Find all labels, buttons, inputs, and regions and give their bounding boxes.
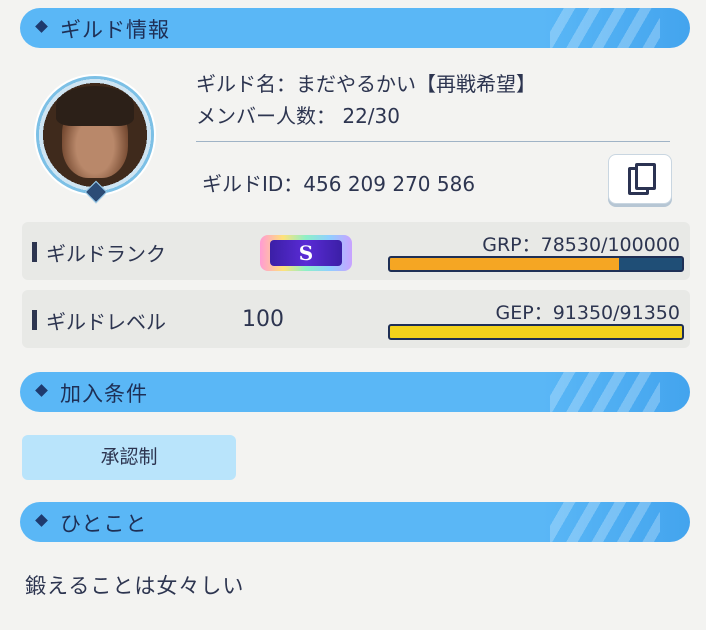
guild-level-value: 100 — [242, 307, 284, 332]
guild-name: ギルド名：まだやるかい【再戦希望】 — [196, 72, 536, 96]
rank-letter: S — [298, 241, 314, 265]
rank-badge-icon: S — [254, 232, 358, 274]
join-condition-value: 承認制 — [22, 435, 236, 480]
header-decoration — [550, 8, 660, 48]
copy-icon-front — [635, 163, 656, 190]
guild-avatar — [36, 76, 154, 204]
diamond-icon — [35, 514, 48, 527]
gep-progress-fill — [390, 326, 682, 338]
avatar-gem-icon — [84, 180, 108, 204]
guild-rank-label: ギルドランク — [46, 242, 166, 266]
divider — [196, 141, 670, 142]
guild-level-row: ギルドレベル 100 GEP：91350/91350 — [22, 290, 690, 348]
diamond-icon — [35, 384, 48, 397]
member-count: メンバー人数： 22/30 — [196, 104, 400, 128]
guild-level-label: ギルドレベル — [46, 310, 166, 334]
join-condition-header: 加入条件 — [20, 372, 690, 412]
comment-header: ひとこと — [20, 502, 690, 542]
grp-progress-fill — [390, 258, 620, 270]
guild-rank-row: ギルドランク S GRP：78530/100000 — [22, 222, 690, 280]
copy-id-button[interactable] — [608, 154, 672, 204]
gep-progress-bar — [388, 324, 684, 340]
header-decoration — [550, 372, 660, 412]
grp-progress-bar — [388, 256, 684, 272]
guild-comment: 鍛えることは女々しい — [25, 574, 245, 598]
guild-id: ギルドID：456 209 270 586 — [202, 172, 476, 196]
diamond-icon — [35, 20, 48, 33]
header-decoration — [550, 502, 660, 542]
comment-title: ひとこと — [60, 512, 148, 536]
join-condition-title: 加入条件 — [60, 382, 148, 406]
grp-text: GRP：78530/100000 — [482, 234, 680, 256]
portrait-hair — [56, 86, 134, 126]
guild-info-title: ギルド情報 — [60, 18, 170, 42]
guild-info-header: ギルド情報 — [20, 8, 690, 48]
gep-text: GEP：91350/91350 — [495, 302, 680, 324]
label-marker — [32, 242, 37, 262]
label-marker — [32, 310, 37, 330]
